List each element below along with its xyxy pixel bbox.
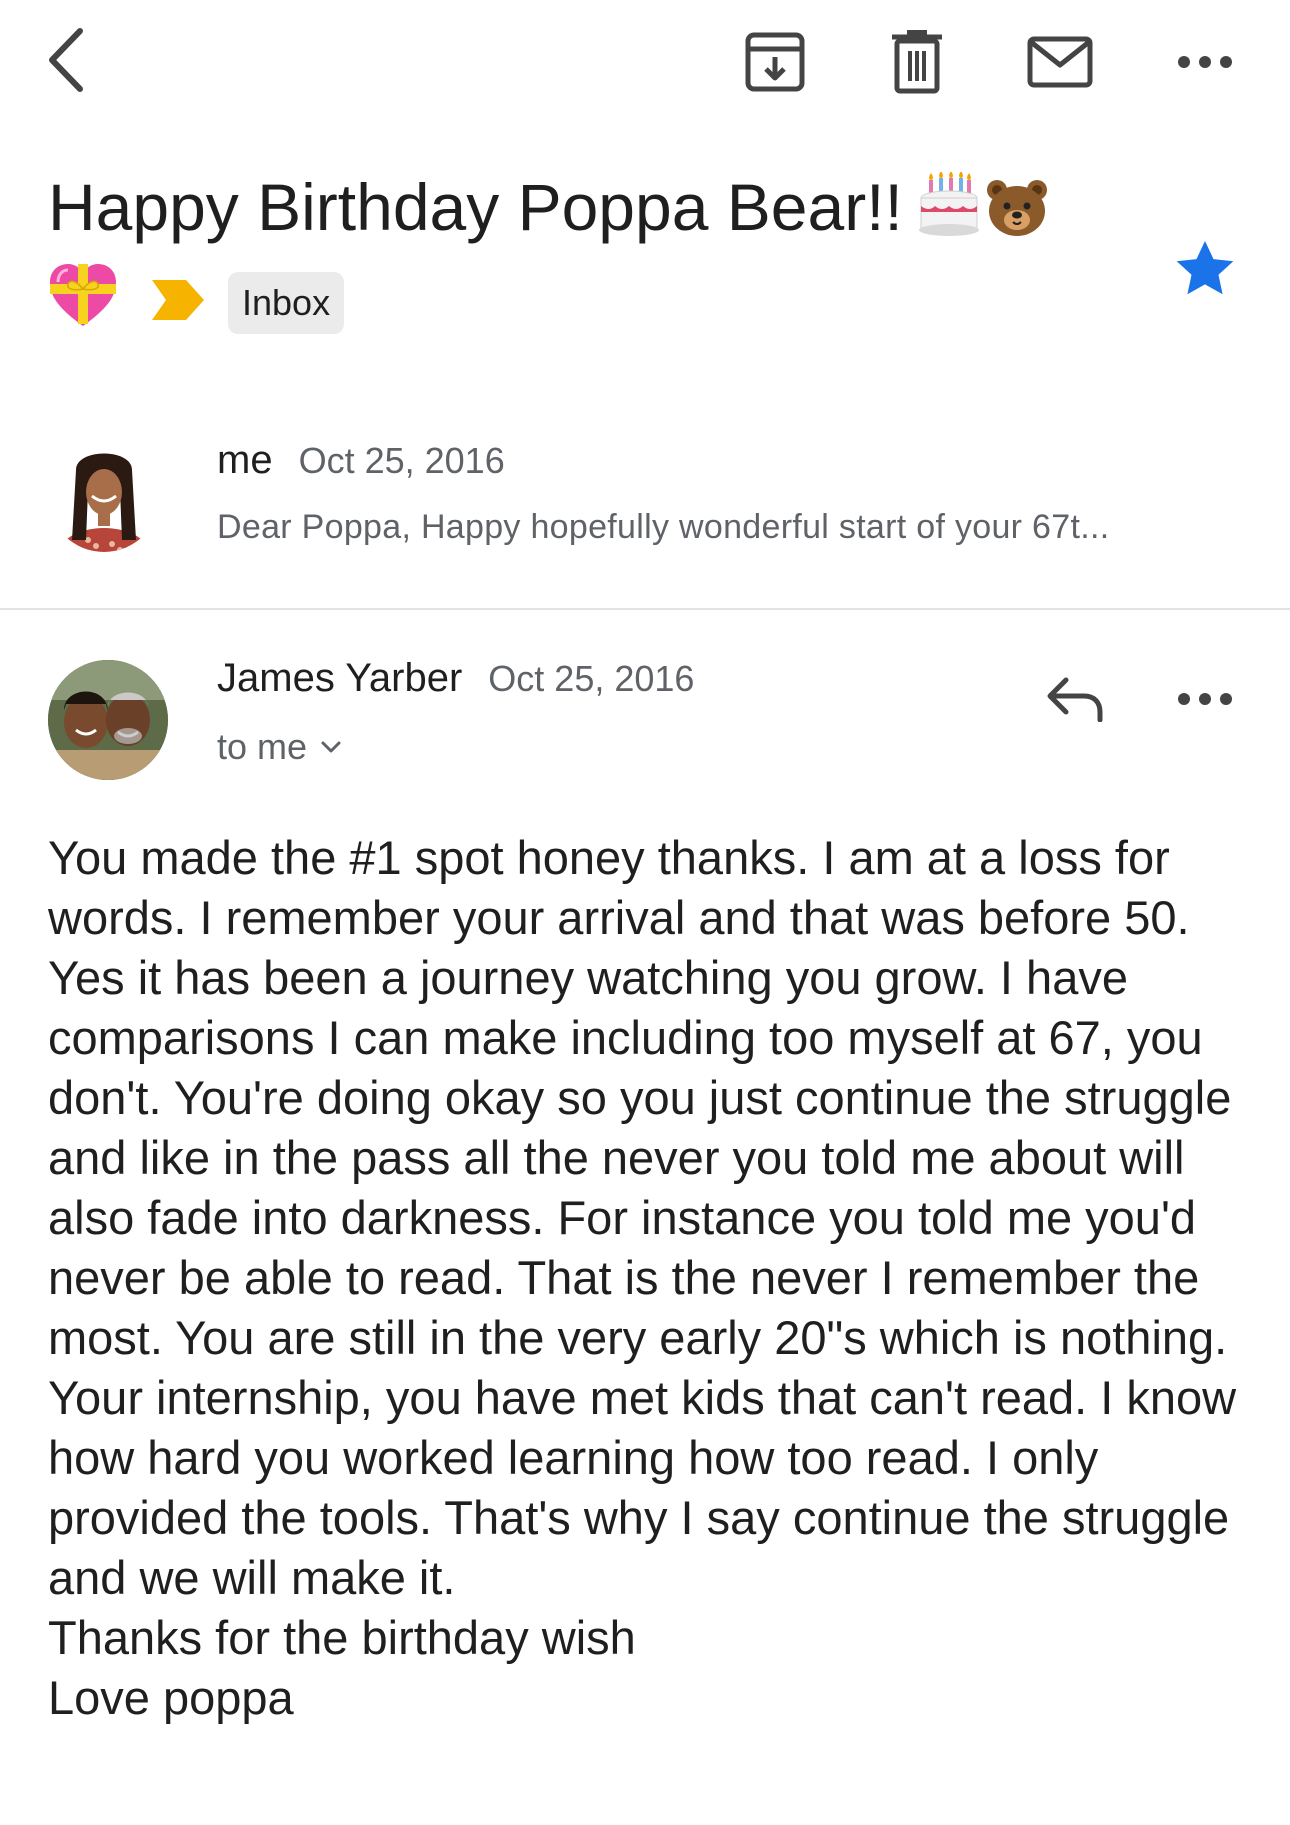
recipient-text: to me <box>217 726 308 767</box>
message-snippet[interactable]: Dear Poppa, Happy hopefully wonderful st… <box>217 508 1109 547</box>
heart-with-ribbon-icon <box>50 264 116 326</box>
message-divider <box>0 608 1290 610</box>
body-paragraph: You made the #1 spot honey thanks. I am … <box>48 831 1250 1604</box>
reply-button[interactable] <box>1040 664 1110 734</box>
sender-name: me <box>217 438 273 482</box>
trash-icon <box>892 30 942 94</box>
back-arrow-icon <box>49 28 83 92</box>
inbox-label-chip[interactable]: Inbox <box>228 272 345 334</box>
bear-emoji <box>985 176 1049 254</box>
star-button[interactable] <box>1172 236 1238 302</box>
star-icon <box>1176 240 1234 295</box>
profile-photo-icon <box>48 660 168 780</box>
subject-text: Happy Birthday Poppa Bear!! <box>48 170 903 244</box>
profile-photo-icon <box>48 440 160 552</box>
importance-marker[interactable] <box>152 278 204 327</box>
recipient-details-toggle[interactable]: to me <box>217 726 341 768</box>
birthday-cake-emoji <box>917 171 981 254</box>
message-date: Oct 25, 2016 <box>298 440 505 481</box>
body-signature: Love poppa <box>48 1671 294 1724</box>
body-paragraph: Thanks for the birthday wish <box>48 1611 636 1664</box>
delete-button[interactable] <box>877 22 957 102</box>
mail-icon <box>1027 36 1093 88</box>
more-options-button[interactable] <box>1165 22 1245 102</box>
back-button[interactable] <box>26 20 106 100</box>
message-body: You made the #1 spot honey thanks. I am … <box>48 828 1258 1728</box>
sender-name: James Yarber <box>217 656 463 700</box>
birthday-cake-icon <box>918 171 979 236</box>
important-marker-icon <box>152 280 204 320</box>
archive-button[interactable] <box>735 22 815 102</box>
avatar-me[interactable] <box>48 440 160 552</box>
reply-icon <box>1047 677 1103 722</box>
message-more-button[interactable] <box>1165 664 1245 734</box>
chevron-down-icon <box>321 741 341 753</box>
mark-unread-button[interactable] <box>1020 22 1100 102</box>
avatar-james-yarber[interactable] <box>48 660 168 780</box>
more-horiz-icon <box>1178 693 1232 705</box>
message-header-me[interactable]: me Oct 25, 2016 <box>217 438 505 483</box>
archive-icon <box>745 32 805 92</box>
message-header-james[interactable]: James Yarber Oct 25, 2016 <box>217 656 694 701</box>
heart-ribbon-emoji <box>48 262 118 335</box>
email-subject: Happy Birthday Poppa Bear!! <box>48 168 1148 254</box>
more-horiz-icon <box>1178 56 1232 68</box>
bear-face-icon <box>986 180 1047 236</box>
message-date: Oct 25, 2016 <box>488 658 695 699</box>
